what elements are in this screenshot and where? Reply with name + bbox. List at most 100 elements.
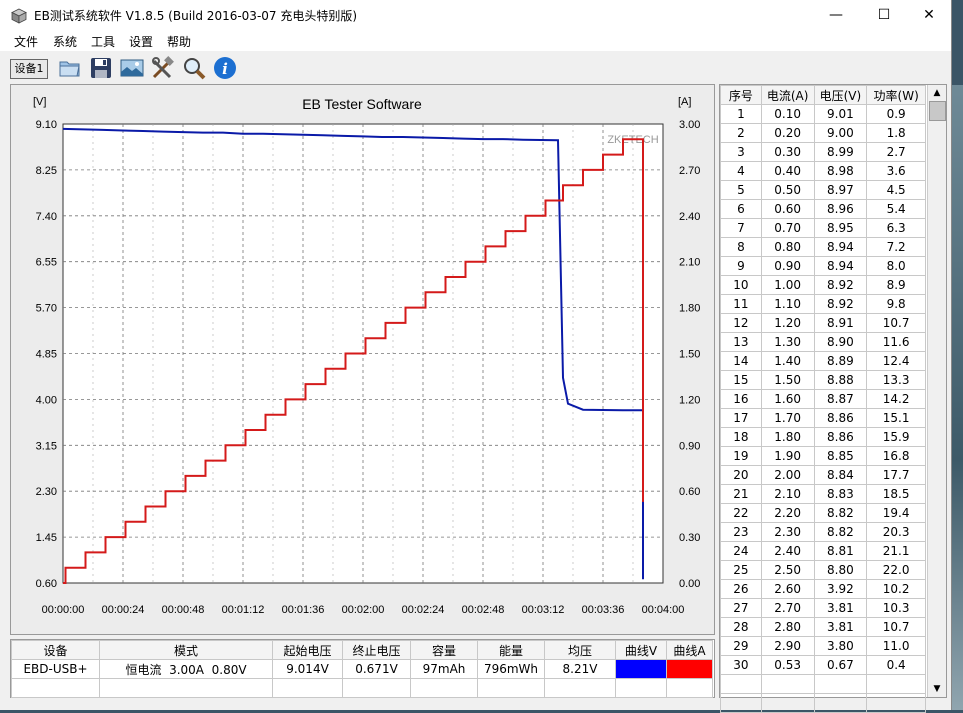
table-body: 1 0.10 9.01 0.9 2 0.20 9.00 1.8 3 0.30 8.99 2.7 4 0.4…	[720, 104, 926, 713]
table-row[interactable]: 19 1.90 8.85 16.8	[720, 446, 926, 466]
y-right-tick-label: 1.80	[679, 303, 700, 315]
table-row[interactable]: 6 0.60 8.96 5.4	[720, 199, 926, 219]
info-icon[interactable]: i	[212, 55, 238, 81]
table-row[interactable]: 21 2.10 8.83 18.5	[720, 484, 926, 504]
table-row[interactable]: 24 2.40 8.81 21.1	[720, 541, 926, 561]
search-icon[interactable]	[181, 55, 207, 81]
device-1-button[interactable]: 设备1	[10, 59, 48, 79]
table-row[interactable]: 25 2.50 8.80 22.0	[720, 560, 926, 580]
table-row[interactable]: 15 1.50 8.88 13.3	[720, 370, 926, 390]
table-cell: 3.92	[813, 579, 868, 599]
table-row[interactable]: 26 2.60 3.92 10.2	[720, 579, 926, 599]
table-cell: 10.3	[866, 598, 926, 618]
curve-a-color-swatch[interactable]	[666, 659, 713, 679]
table-cell: 27	[720, 598, 762, 618]
table-cell: 8.80	[813, 560, 868, 580]
save-icon[interactable]	[88, 55, 114, 81]
table-row[interactable]: 9 0.90 8.94 8.0	[720, 256, 926, 276]
table-cell: 30	[720, 655, 762, 675]
minimize-button[interactable]: —	[813, 0, 859, 31]
table-cell: 15	[720, 370, 762, 390]
table-row[interactable]: 11 1.10 8.92 9.8	[720, 294, 926, 314]
table-row[interactable]: 17 1.70 8.86 15.1	[720, 408, 926, 428]
close-button[interactable]: ✕	[906, 0, 952, 31]
table-cell: 0.10	[760, 104, 815, 124]
table-row[interactable]: 10 1.00 8.92 8.9	[720, 275, 926, 295]
summary-row: EBD-USB+ 恒电流 3.00A 0.80V 9.014V 0.671V 9…	[11, 659, 713, 679]
curve-v-color-swatch[interactable]	[615, 659, 667, 679]
table-header-cell[interactable]: 电流(A)	[760, 85, 815, 105]
table-cell: 2.40	[760, 541, 815, 561]
table-scrollbar[interactable]: ▲ ▼	[927, 85, 946, 697]
table-cell: 3.80	[813, 636, 868, 656]
y-right-unit: [A]	[678, 96, 691, 108]
table-row[interactable]: 13 1.30 8.90 11.6	[720, 332, 926, 352]
y-right-tick-label: 0.90	[679, 440, 700, 452]
table-cell: 8.0	[866, 256, 926, 276]
image-icon[interactable]	[119, 55, 145, 81]
summary-panel: 设备 模式 起始电压 终止电压 容量 能量 均压 曲线V 曲线A EBD-USB…	[10, 639, 715, 698]
table-row[interactable]: 3 0.30 8.99 2.7	[720, 142, 926, 162]
table-row[interactable]: 14 1.40 8.89 12.4	[720, 351, 926, 371]
summary-avg-voltage: 8.21V	[544, 659, 616, 679]
table-row[interactable]: 20 2.00 8.84 17.7	[720, 465, 926, 485]
menu-help[interactable]: 帮助	[167, 33, 191, 50]
table-cell: 2.10	[760, 484, 815, 504]
table-row[interactable]: 18 1.80 8.86 15.9	[720, 427, 926, 447]
table-cell: 8.91	[813, 313, 868, 333]
table-cell: 8.9	[866, 275, 926, 295]
summary-end-voltage: 0.671V	[342, 659, 411, 679]
table-header-cell[interactable]: 功率(W)	[866, 85, 926, 105]
table-row[interactable]: 23 2.30 8.82 20.3	[720, 522, 926, 542]
table-cell: 15.9	[866, 427, 926, 447]
table-row[interactable]: 2 0.20 9.00 1.8	[720, 123, 926, 143]
menu-system[interactable]: 系统	[53, 33, 77, 50]
table-row[interactable]: 22 2.20 8.82 19.4	[720, 503, 926, 523]
table-row[interactable]: 27 2.70 3.81 10.3	[720, 598, 926, 618]
window-title: EB测试系统软件 V1.8.5 (Build 2016-03-07 充电头特别版…	[34, 9, 358, 23]
table-row[interactable]: 4 0.40 8.98 3.6	[720, 161, 926, 181]
y-left-tick-label: 3.15	[36, 440, 57, 452]
table-row[interactable]: 8 0.80 8.94 7.2	[720, 237, 926, 257]
x-tick-label: 00:01:36	[282, 604, 325, 616]
table-cell: 25	[720, 560, 762, 580]
tools-icon[interactable]	[150, 55, 176, 81]
table-row[interactable]: 28 2.80 3.81 10.7	[720, 617, 926, 637]
table-cell: 1.30	[760, 332, 815, 352]
scroll-thumb[interactable]	[929, 101, 946, 121]
table-cell: 8.86	[813, 408, 868, 428]
table-row[interactable]: 5 0.50 8.97 4.5	[720, 180, 926, 200]
table-cell: 8	[720, 237, 762, 257]
x-tick-label: 00:02:24	[402, 604, 445, 616]
table-cell: 2.80	[760, 617, 815, 637]
table-row[interactable]: 16 1.60 8.87 14.2	[720, 389, 926, 409]
table-cell: 8.92	[813, 275, 868, 295]
table-cell: 7	[720, 218, 762, 238]
table-header-cell[interactable]: 序号	[720, 85, 762, 105]
table-cell: 6	[720, 199, 762, 219]
table-row[interactable]: 29 2.90 3.80 11.0	[720, 636, 926, 656]
menu-settings[interactable]: 设置	[129, 33, 153, 50]
table-cell: 1.10	[760, 294, 815, 314]
table-cell: 1.40	[760, 351, 815, 371]
scroll-down-arrow-icon[interactable]: ▼	[928, 681, 946, 697]
table-cell: 0.70	[760, 218, 815, 238]
table-header-cell[interactable]: 电压(V)	[813, 85, 868, 105]
table-cell: 15.1	[866, 408, 926, 428]
table-cell: 14.2	[866, 389, 926, 409]
table-cell: 2.30	[760, 522, 815, 542]
maximize-button[interactable]: ☐	[861, 0, 907, 31]
scroll-up-arrow-icon[interactable]: ▲	[928, 85, 946, 101]
open-folder-icon[interactable]	[57, 55, 83, 81]
table-row[interactable]: 30 0.53 0.67 0.4	[720, 655, 926, 675]
table-cell: 8.88	[813, 370, 868, 390]
y-left-tick-label: 6.55	[36, 257, 57, 269]
menu-tools[interactable]: 工具	[91, 33, 115, 50]
y-left-tick-label: 8.25	[36, 165, 57, 177]
table-cell: 0.9	[866, 104, 926, 124]
table-row[interactable]: 7 0.70 8.95 6.3	[720, 218, 926, 238]
summary-start-voltage: 9.014V	[272, 659, 343, 679]
table-row[interactable]: 12 1.20 8.91 10.7	[720, 313, 926, 333]
table-row[interactable]: 1 0.10 9.01 0.9	[720, 104, 926, 124]
menu-file[interactable]: 文件	[14, 33, 38, 50]
